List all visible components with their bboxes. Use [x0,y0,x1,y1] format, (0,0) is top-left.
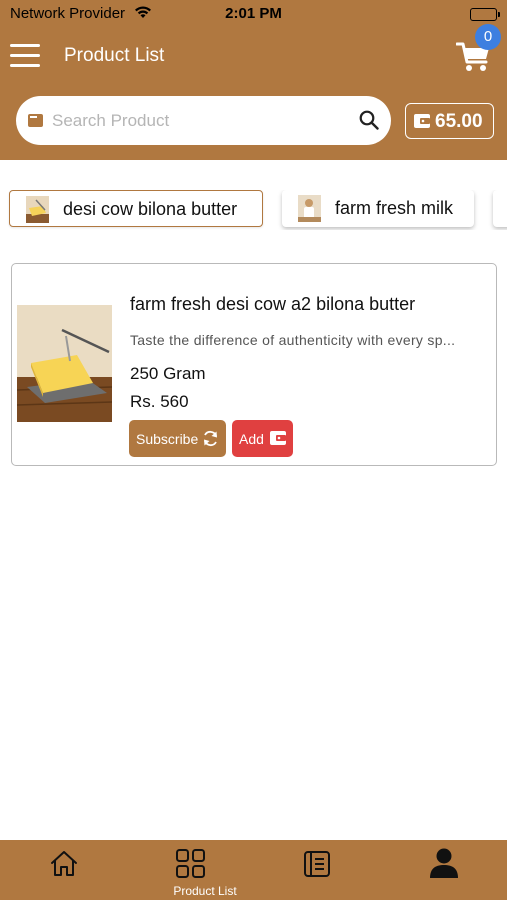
category-chip-label: farm fresh milk [335,198,454,218]
butter-thumbnail [26,196,49,223]
product-description: Taste the difference of authenticity wit… [130,332,456,348]
app-header: Product List 0 Search Product 65.00 [0,24,507,160]
subscribe-button[interactable]: Subscribe [129,420,226,457]
home-icon [49,848,79,883]
product-card[interactable]: farm fresh desi cow a2 bilona butter Tas… [11,263,497,466]
tab-home[interactable] [49,840,79,900]
cart-count-badge: 0 [475,24,501,50]
status-bar: Network Provider 2:01 PM [0,0,507,30]
search-prefix-icon [28,114,43,132]
refresh-icon [202,430,219,450]
bottom-tab-bar: Product List [0,840,507,900]
wallet-icon [270,431,286,448]
search-icon[interactable] [359,110,379,135]
wallet-icon [414,114,430,133]
orders-icon [303,850,331,883]
tab-profile[interactable] [429,840,459,900]
category-filter-bar[interactable]: desi cow bilona butter farm fresh milk [0,190,507,230]
tab-orders[interactable] [303,840,331,900]
tab-product-list[interactable]: Product List [173,840,237,900]
wallet-amount: 65.00 [435,111,483,132]
battery-icon [470,8,500,21]
product-price: Rs. 560 [130,392,189,411]
page-title: Product List [64,45,165,66]
milk-thumbnail [298,195,321,222]
add-button-label: Add [239,431,264,447]
grid-icon [175,848,206,884]
product-image [17,305,112,422]
add-to-cart-button[interactable]: Add [232,420,293,457]
clock: 2:01 PM [225,5,282,22]
product-name: farm fresh desi cow a2 bilona butter [130,294,416,314]
search-input[interactable] [52,104,342,137]
subscribe-button-label: Subscribe [136,431,199,447]
product-quantity: 250 Gram [130,364,206,383]
wallet-balance-button[interactable]: 65.00 [405,103,494,139]
profile-icon [429,847,459,884]
menu-icon[interactable] [10,43,42,69]
tab-label: Product List [173,884,237,898]
category-chip-milk[interactable]: farm fresh milk [282,190,474,227]
category-chip-more[interactable] [493,190,507,227]
category-chip-label: desi cow bilona butter [63,199,238,219]
search-bar [16,96,391,145]
category-chip-butter[interactable]: desi cow bilona butter [9,190,263,227]
